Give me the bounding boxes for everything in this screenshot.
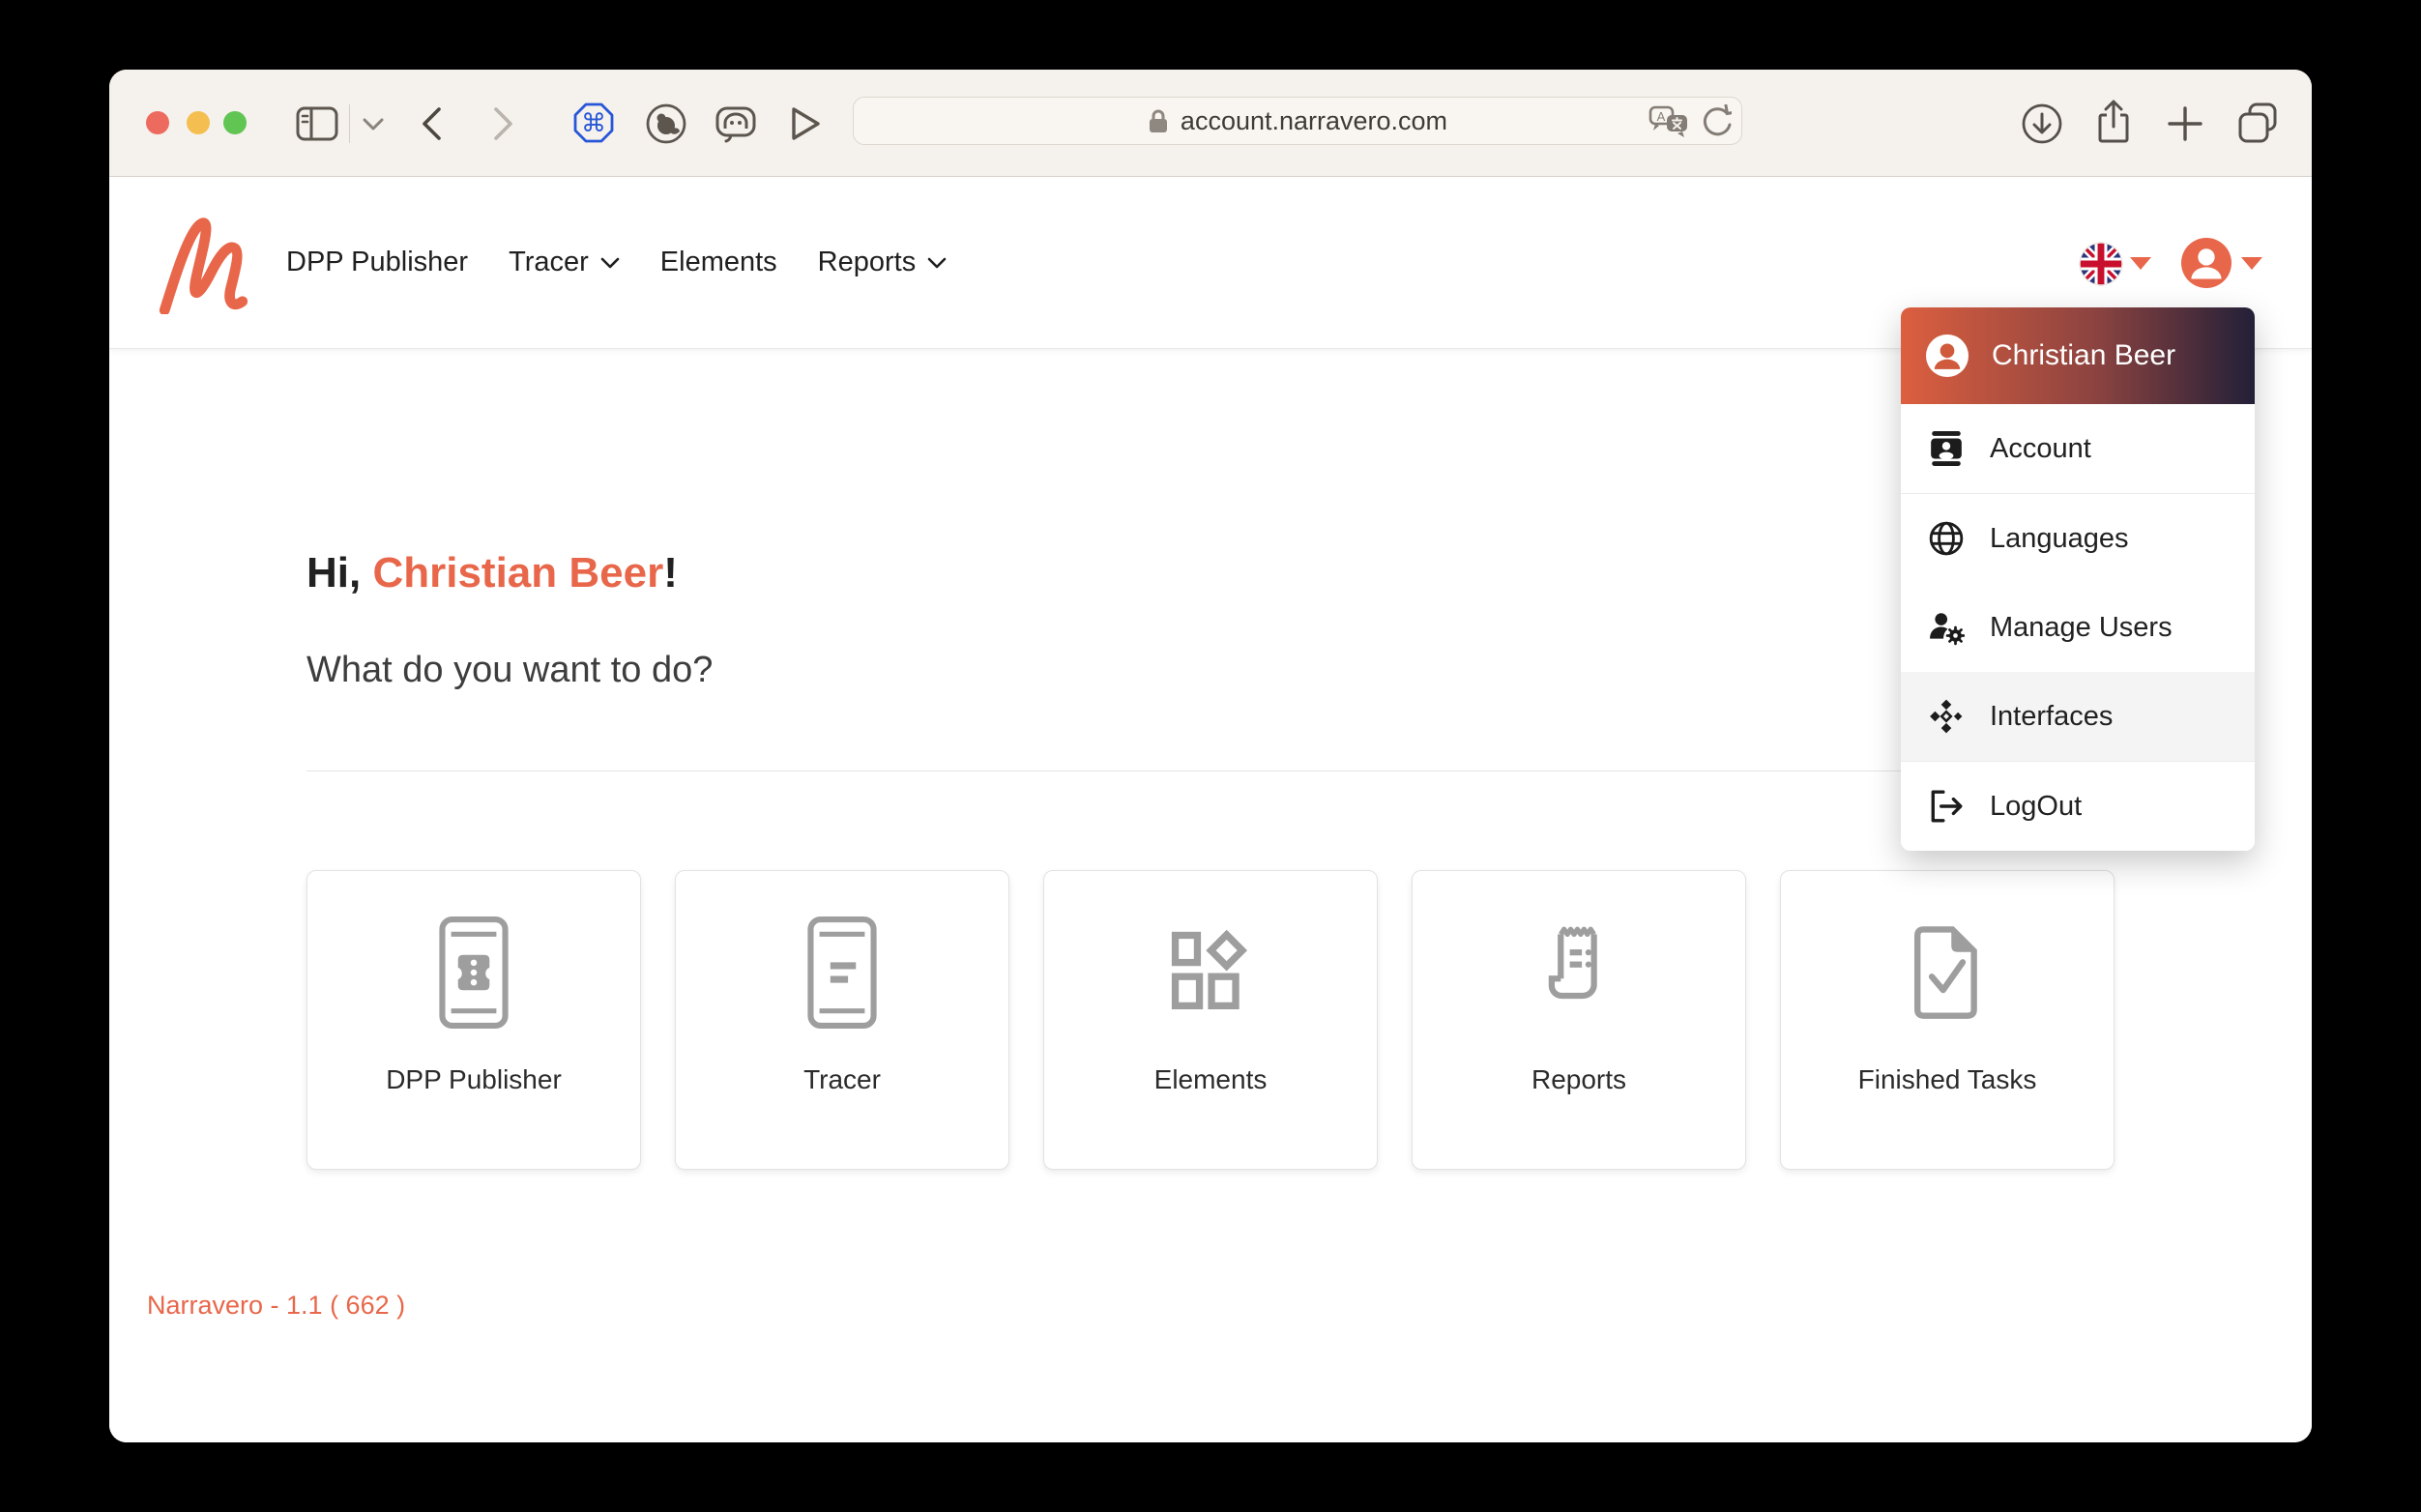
lock-icon — [1148, 107, 1169, 134]
menu-item-logout[interactable]: LogOut — [1901, 762, 2255, 851]
zoom-window-button[interactable] — [223, 111, 247, 134]
user-menu-header: Christian Beer — [1901, 307, 2255, 404]
nav-item-reports[interactable]: Reports — [818, 247, 948, 278]
contact-card-icon — [1928, 430, 1965, 467]
narravero-logo[interactable] — [159, 216, 248, 319]
card-label: Elements — [1153, 1064, 1268, 1094]
receipt-icon — [1531, 910, 1627, 1035]
translate-icon[interactable]: A — [1648, 105, 1689, 140]
menu-item-account[interactable]: Account — [1901, 404, 2255, 493]
svg-text:⌘: ⌘ — [581, 109, 606, 138]
address-bar[interactable]: account.narravero.com A — [853, 97, 1742, 145]
user-dropdown-menu: Christian Beer Account Languages Manage … — [1901, 307, 2255, 851]
elephant-extension-icon[interactable] — [715, 106, 756, 143]
nav-label: Reports — [817, 247, 917, 277]
nav-item-tracer[interactable]: Tracer — [509, 247, 620, 278]
back-icon[interactable] — [421, 106, 442, 141]
document-check-icon — [1898, 910, 1997, 1035]
play-extension-icon[interactable] — [788, 104, 823, 143]
browser-window: ⌘ account.narravero.com A DPP Publisher … — [109, 70, 2312, 1442]
card-label: DPP Publisher — [386, 1064, 562, 1094]
nav-label: Elements — [659, 247, 777, 277]
chevron-down-icon — [927, 257, 947, 268]
reload-icon[interactable] — [1699, 104, 1732, 139]
language-caret-icon[interactable] — [2130, 257, 2151, 270]
card-label: Finished Tasks — [1857, 1064, 2037, 1094]
phone-label-icon — [436, 910, 511, 1035]
card-dpp-publisher[interactable]: DPP Publisher — [306, 870, 641, 1170]
card-finished-tasks[interactable]: Finished Tasks — [1780, 870, 2115, 1170]
menu-item-label: Languages — [1990, 522, 2129, 554]
download-icon[interactable] — [2021, 102, 2063, 145]
toolbar-divider — [349, 104, 350, 143]
nav-label: Tracer — [509, 247, 589, 277]
action-cards: DPP Publisher Tracer Elements Reports Fi… — [306, 870, 2115, 1170]
menu-item-manage-users[interactable]: Manage Users — [1901, 583, 2255, 672]
uk-flag-icon[interactable] — [2079, 242, 2123, 291]
sidebar-toggle-icon[interactable] — [296, 106, 338, 141]
tab-overview-icon[interactable] — [2236, 102, 2281, 143]
user-name: Christian Beer — [1992, 339, 2176, 371]
new-tab-icon[interactable] — [2168, 106, 2202, 141]
command-extension-icon[interactable]: ⌘ — [573, 102, 614, 143]
bear-extension-icon[interactable] — [645, 102, 687, 145]
chevron-down-icon[interactable] — [363, 118, 384, 131]
nav-item-elements[interactable]: Elements — [660, 247, 777, 278]
user-caret-icon[interactable] — [2241, 257, 2262, 270]
close-window-button[interactable] — [146, 111, 169, 134]
svg-text:A: A — [1657, 109, 1666, 124]
user-avatar-icon — [1926, 334, 1969, 377]
greeting-prefix: Hi, — [306, 549, 373, 596]
card-reports[interactable]: Reports — [1412, 870, 1746, 1170]
hub-diamonds-icon — [1928, 698, 1965, 735]
greeting-name: Christian Beer — [372, 549, 664, 596]
greeting-suffix: ! — [663, 549, 678, 596]
phone-lines-icon — [804, 910, 880, 1035]
minimize-window-button[interactable] — [187, 111, 210, 134]
card-label: Reports — [1531, 1064, 1627, 1094]
menu-item-languages[interactable]: Languages — [1901, 494, 2255, 583]
user-avatar-icon[interactable] — [2181, 238, 2231, 293]
menu-item-label: Manage Users — [1990, 611, 2173, 643]
menu-item-interfaces[interactable]: Interfaces — [1901, 672, 2255, 761]
main-nav: DPP Publisher Tracer Elements Reports — [286, 177, 947, 348]
menu-item-label: Account — [1990, 432, 2091, 464]
shapes-icon — [1162, 910, 1259, 1035]
question-text: What do you want to do? — [306, 650, 714, 690]
nav-label: DPP Publisher — [286, 247, 469, 277]
user-gear-icon — [1928, 609, 1965, 646]
menu-item-label: LogOut — [1990, 790, 2083, 822]
forward-icon[interactable] — [493, 106, 514, 141]
card-elements[interactable]: Elements — [1043, 870, 1378, 1170]
share-icon[interactable] — [2094, 99, 2133, 145]
nav-item-dpp-publisher[interactable]: DPP Publisher — [286, 247, 468, 278]
chevron-down-icon — [600, 257, 620, 268]
url-text: account.narravero.com — [1180, 105, 1448, 135]
web-page: DPP Publisher Tracer Elements Reports Hi… — [109, 177, 2312, 1442]
card-label: Tracer — [803, 1064, 881, 1094]
menu-item-label: Interfaces — [1990, 700, 2114, 732]
logout-icon — [1928, 788, 1965, 825]
card-tracer[interactable]: Tracer — [675, 870, 1009, 1170]
browser-toolbar: ⌘ account.narravero.com A — [109, 70, 2312, 177]
greeting-heading: Hi, Christian Beer! — [306, 549, 678, 597]
globe-icon — [1928, 520, 1965, 557]
version-text: Narravero - 1.1 ( 662 ) — [147, 1291, 406, 1320]
